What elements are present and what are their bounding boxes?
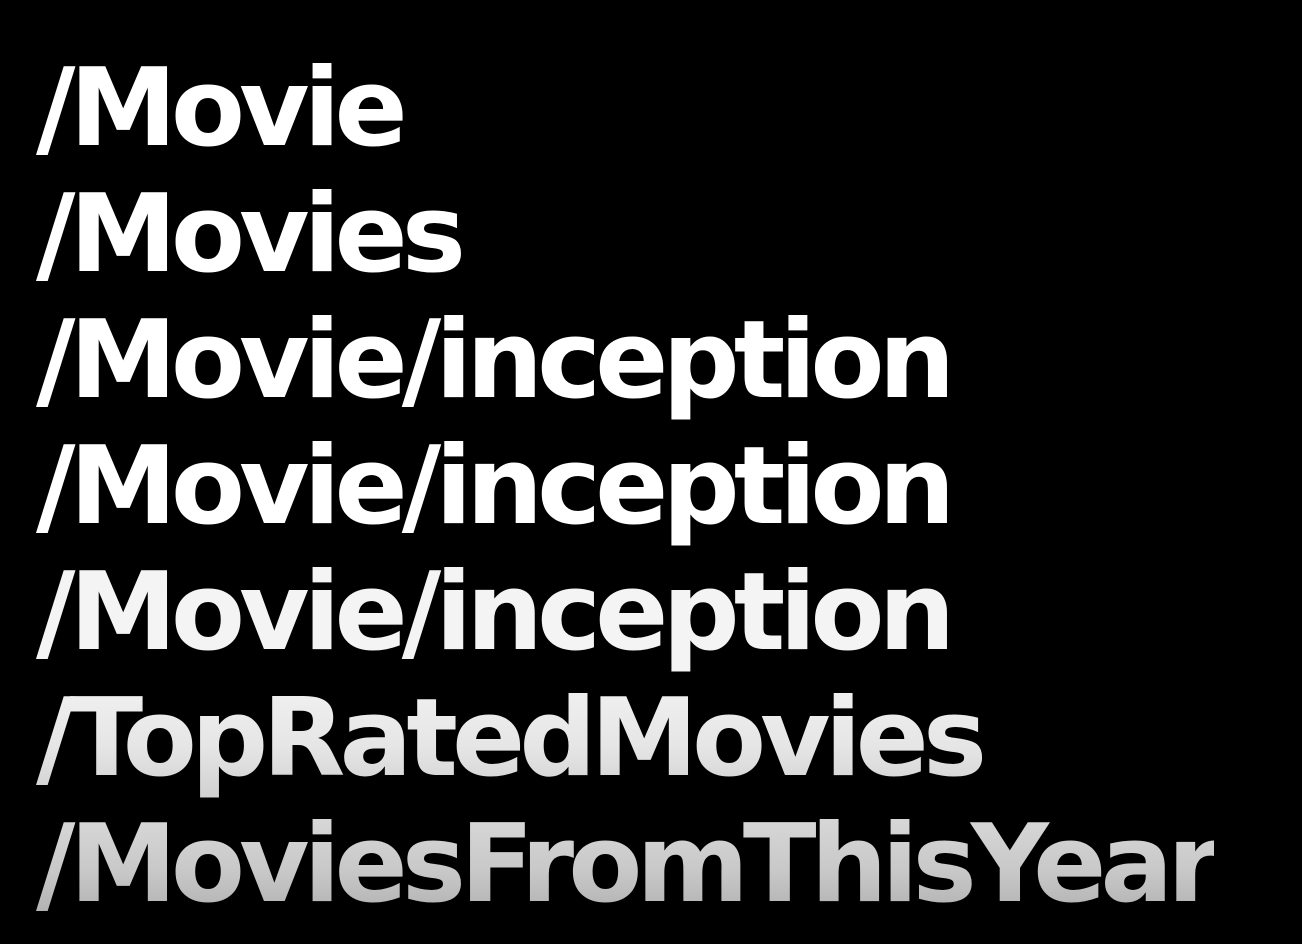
- route-list: /Movie /Movies /Movie/inception /Movie/i…: [36, 46, 1220, 928]
- route-movies: /Movies: [36, 172, 466, 297]
- route-top-rated-movies: /TopRatedMovies: [36, 676, 1214, 802]
- route-movies-from-this-year: /MoviesFromThisYear: [36, 802, 1220, 927]
- route-movie: /Movie: [36, 46, 408, 171]
- route-movie-inception-3: /Movie/inception: [36, 550, 955, 675]
- route-movie-inception-1: /Movie/inception: [36, 298, 955, 423]
- route-movie-inception-2: /Movie/inception: [36, 424, 955, 549]
